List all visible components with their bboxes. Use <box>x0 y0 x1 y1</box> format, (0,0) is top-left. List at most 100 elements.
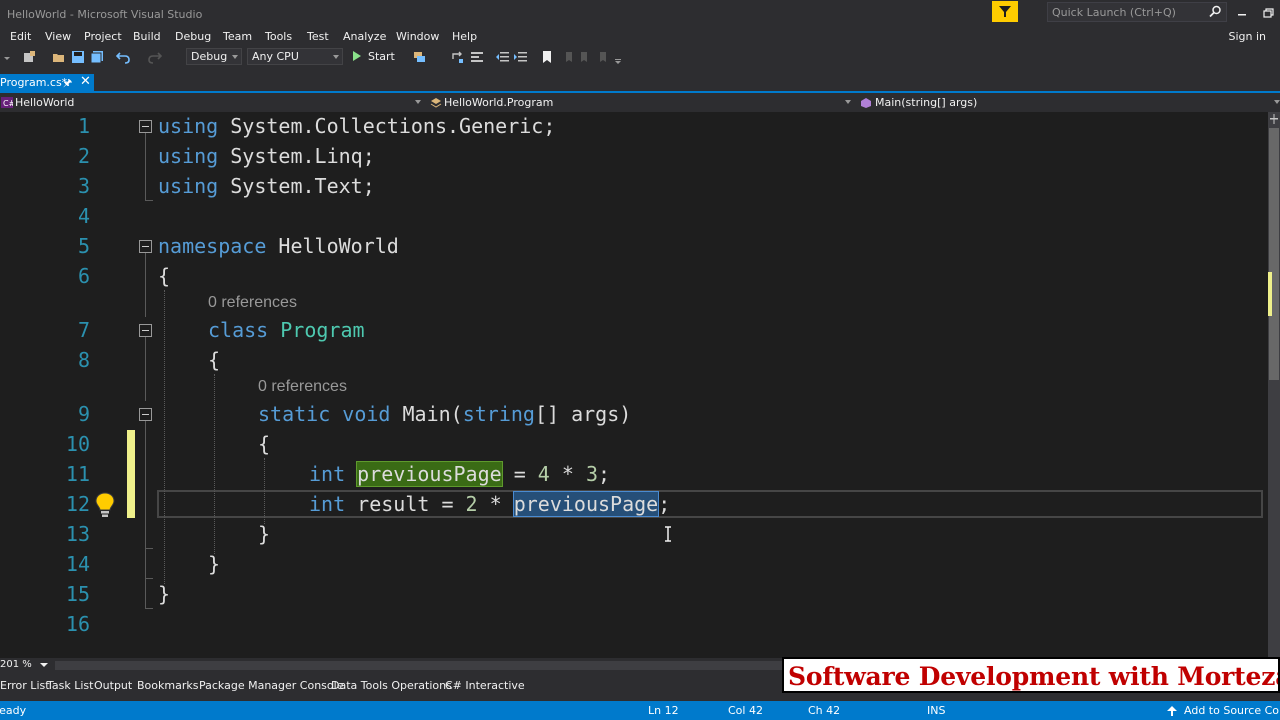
feedback-flag-button[interactable] <box>992 1 1018 22</box>
platform-dropdown[interactable]: Any CPU <box>247 48 343 65</box>
menu-analyze[interactable]: Analyze <box>343 30 386 43</box>
keyword: string <box>462 402 535 426</box>
minimize-button[interactable] <box>1232 4 1252 22</box>
class-dropdown[interactable]: HelloWorld.Program <box>428 94 854 111</box>
close-tab-icon[interactable]: ✕ <box>80 74 91 89</box>
navigate-icon[interactable] <box>470 50 484 64</box>
collapse-namespace-toggle[interactable] <box>139 240 152 253</box>
menu-build[interactable]: Build <box>133 30 161 43</box>
keyword: using <box>158 174 219 198</box>
menu-tools[interactable]: Tools <box>265 30 292 43</box>
zoom-dropdown-icon[interactable] <box>40 662 48 668</box>
indent-icon[interactable] <box>514 50 528 64</box>
quick-launch-box[interactable] <box>1047 2 1227 22</box>
status-bar: Ready Ln 12 Col 42 Ch 42 INS Add to Sour… <box>0 701 1280 720</box>
tab-error-list[interactable]: Error List <box>0 679 50 692</box>
outline-end <box>145 548 153 549</box>
outline-end <box>145 200 153 201</box>
quick-launch-input[interactable] <box>1052 5 1202 20</box>
menu-test[interactable]: Test <box>307 30 329 43</box>
menu-debug[interactable]: Debug <box>175 30 211 43</box>
tab-data-tools-operations[interactable]: Data Tools Operations <box>331 679 452 692</box>
vertical-scrollbar[interactable] <box>1268 112 1280 658</box>
code-editor[interactable]: 1 2 3 4 5 6 7 8 9 10 11 12 13 14 15 16 u… <box>0 112 1268 658</box>
funnel-icon <box>999 6 1011 17</box>
outline-line <box>145 133 146 201</box>
menu-view[interactable]: View <box>45 30 71 43</box>
menu-help[interactable]: Help <box>452 30 477 43</box>
configuration-dropdown[interactable]: Debug <box>186 48 242 65</box>
code-line-3: using System.Text; <box>158 171 375 201</box>
watermark-text: Software Development with Morteza <box>788 662 1280 691</box>
status-state: Ready <box>0 704 27 717</box>
menu-edit[interactable]: Edit <box>10 30 31 43</box>
code-line-1: using System.Collections.Generic; <box>158 112 555 141</box>
platform-value: Any CPU <box>252 50 299 63</box>
bookmark-icon[interactable] <box>540 50 554 64</box>
sign-in-link[interactable]: Sign in <box>1228 30 1266 43</box>
codelens-references[interactable]: 0 references <box>258 378 347 396</box>
semicolon: ; <box>658 492 671 516</box>
start-debug-button[interactable]: Start <box>352 49 402 65</box>
collapse-class-toggle[interactable] <box>139 324 152 337</box>
standard-toolbar: Debug Any CPU Start <box>0 46 1280 68</box>
previous-bookmark-icon[interactable] <box>560 50 574 64</box>
collapse-method-toggle[interactable] <box>139 408 152 421</box>
title-bar: HelloWorld - Microsoft Visual Studio <box>0 0 1280 28</box>
browser-link-icon[interactable] <box>412 50 426 64</box>
outline-line <box>145 549 146 579</box>
save-icon[interactable] <box>71 50 85 64</box>
lightbulb-icon[interactable] <box>93 491 117 519</box>
variable-reference-highlight[interactable]: previousPage <box>512 491 660 517</box>
zoom-level[interactable]: 201 % <box>0 659 32 670</box>
search-icon[interactable] <box>1209 5 1222 18</box>
code-line-11: int previousPage = 4 * 3; <box>309 459 610 489</box>
window-title: HelloWorld - Microsoft Visual Studio <box>7 8 203 21</box>
menu-project[interactable]: Project <box>84 30 122 43</box>
codelens-references[interactable]: 0 references <box>208 294 297 312</box>
scrollbar-change-mark <box>1268 272 1272 316</box>
next-bookmark-icon[interactable] <box>578 50 592 64</box>
new-project-icon[interactable] <box>22 50 36 64</box>
toolbar-overflow-icon[interactable] <box>614 50 624 64</box>
split-handle-icon[interactable] <box>1270 114 1278 124</box>
line-number: 2 <box>77 144 90 168</box>
variable-definition-highlight[interactable]: previousPage <box>356 461 503 487</box>
method-icon <box>861 98 871 108</box>
tab-program-cs[interactable]: Program.cs* 🖈 ✕ <box>0 74 94 92</box>
document-tab-strip: Program.cs* 🖈 ✕ <box>0 68 1280 92</box>
scrollbar-thumb[interactable] <box>1269 128 1279 380</box>
tab-csharp-interactive[interactable]: C# Interactive <box>445 679 525 692</box>
up-arrow-icon <box>1167 706 1177 716</box>
outdent-icon[interactable] <box>496 50 510 64</box>
redo-icon[interactable] <box>148 50 162 64</box>
dropdown-arrow-icon[interactable] <box>3 50 11 64</box>
outline-line <box>145 421 146 549</box>
undo-icon[interactable] <box>116 50 130 64</box>
collapse-using-toggle[interactable] <box>139 120 152 133</box>
restore-button[interactable] <box>1259 4 1279 22</box>
menu-window[interactable]: Window <box>396 30 439 43</box>
save-all-icon[interactable] <box>90 50 104 64</box>
identifier: Main( <box>390 402 463 426</box>
member-dropdown[interactable]: Main(string[] args) <box>858 94 1280 111</box>
clear-bookmarks-icon[interactable] <box>596 50 610 64</box>
brace: { <box>158 264 171 288</box>
tab-package-manager-console[interactable]: Package Manager Console <box>199 679 343 692</box>
class-icon <box>430 98 442 108</box>
identifier: System.Collections.Generic; <box>218 114 556 138</box>
tab-output[interactable]: Output <box>94 679 132 692</box>
menu-team[interactable]: Team <box>223 30 252 43</box>
open-file-icon[interactable] <box>52 50 66 64</box>
brace: { <box>208 348 221 372</box>
watermark-banner: Software Development with Morteza <box>782 657 1280 693</box>
code-line-13: } <box>258 519 270 549</box>
project-dropdown[interactable]: C# HelloWorld <box>0 94 425 111</box>
step-over-icon[interactable] <box>451 50 465 64</box>
line-number: 1 <box>77 114 90 138</box>
add-to-source-control-button[interactable]: Add to Source Control <box>1184 704 1280 717</box>
minimize-icon <box>1238 14 1246 16</box>
tab-task-list[interactable]: Task List <box>47 679 93 692</box>
tab-bookmarks[interactable]: Bookmarks <box>137 679 198 692</box>
line-number: 7 <box>77 318 90 342</box>
